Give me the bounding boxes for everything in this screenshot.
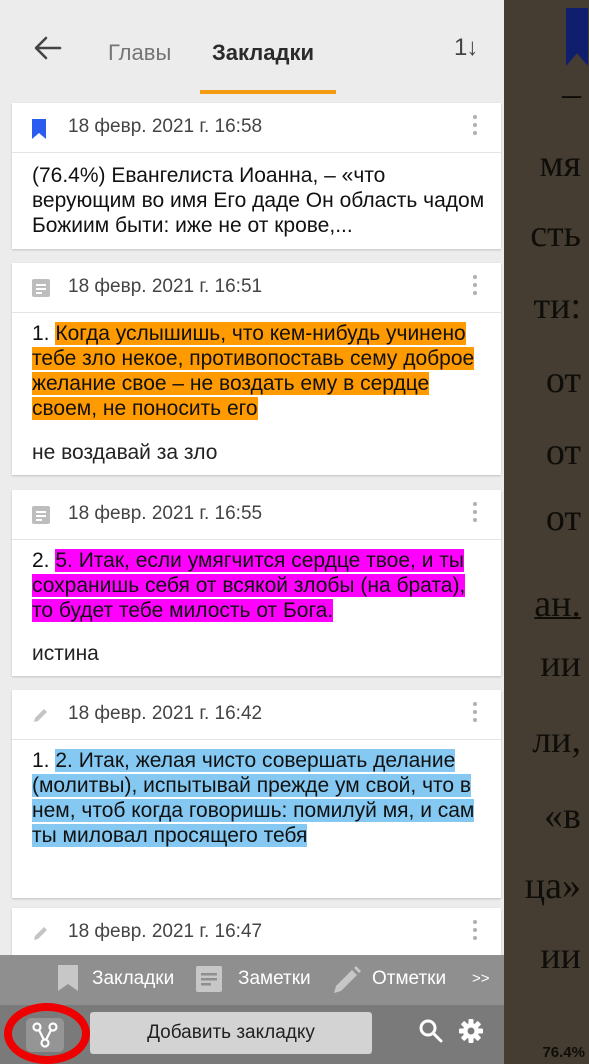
card-header: 18 февр. 2021 г. 16:47: [12, 908, 501, 958]
highlighted-text: Когда услышишь, что кем-нибудь учинено т…: [32, 322, 475, 420]
gear-icon: [459, 1019, 483, 1043]
filter-label: Заметки: [238, 968, 311, 989]
annotation-circle: [4, 1003, 90, 1064]
filter-more-button[interactable]: >>: [472, 970, 490, 987]
active-tab-indicator: [200, 90, 336, 94]
settings-button[interactable]: [458, 1018, 484, 1049]
card-prefix: 1.: [32, 749, 56, 772]
card-prefix: 2.: [32, 549, 56, 572]
reader-line: «в: [544, 795, 581, 837]
note-icon: [196, 966, 222, 992]
card-menu-button[interactable]: [471, 699, 479, 729]
pencil-icon: [34, 709, 47, 722]
reader-line: ии: [540, 643, 581, 685]
card-menu-button[interactable]: [471, 917, 479, 947]
reader-line: сть: [530, 213, 581, 255]
reader-progress-label: 76.4%: [542, 1044, 585, 1061]
sort-button[interactable]: 1↓: [454, 34, 478, 62]
reader-line: ан.: [534, 583, 581, 625]
pencil-icon: [334, 966, 361, 993]
reader-line: ца»: [524, 865, 581, 907]
card-text: 1. 2. Итак, желая чисто совершать делани…: [32, 748, 489, 848]
card-header: 18 февр. 2021 г. 16:51: [12, 263, 501, 313]
filter-label: Отметки: [372, 968, 447, 989]
card-text: (76.4%) Евангелиста Иоанна, – «что верую…: [32, 164, 485, 237]
card-date: 18 февр. 2021 г. 16:42: [68, 703, 263, 724]
reader-line: ии: [540, 935, 581, 977]
search-icon: [419, 1019, 443, 1043]
reader-line: –: [562, 73, 581, 115]
card-menu-button[interactable]: [471, 499, 479, 529]
pencil-icon: [34, 927, 47, 940]
reader-bookmark-ribbon-icon: [566, 8, 588, 66]
reader-line: от: [545, 431, 581, 473]
bookmark-card[interactable]: 18 февр. 2021 г. 16:58 (76.4%) Евангелис…: [12, 103, 501, 249]
bookmark-icon: [32, 119, 46, 139]
card-header: 18 февр. 2021 г. 16:42: [12, 690, 501, 740]
highlight-card[interactable]: 18 февр. 2021 г. 16:42 1. 2. Итак, желая…: [12, 690, 501, 898]
filter-label: Закладки: [92, 968, 175, 989]
note-icon: [32, 279, 50, 297]
reader-line: от: [545, 497, 581, 539]
filter-bar: Закладки Заметки Отметки >>: [0, 955, 504, 1005]
tab-bookmarks[interactable]: Закладки: [212, 40, 314, 66]
arrow-left-icon: [34, 36, 62, 60]
card-header: 18 февр. 2021 г. 16:55: [12, 490, 501, 540]
card-date: 18 февр. 2021 г. 16:55: [68, 503, 263, 524]
note-card[interactable]: 18 февр. 2021 г. 16:51 1. Когда услышишь…: [12, 263, 501, 475]
card-note: истина: [32, 642, 99, 665]
note-card[interactable]: 18 февр. 2021 г. 16:55 2. 5. Итак, если …: [12, 490, 501, 676]
card-prefix: 1.: [32, 322, 56, 345]
highlighted-text: 5. Итак, если умягчится сердце твое, и т…: [32, 549, 466, 622]
bookmarks-drawer: Главы Закладки 1↓ 18 февр. 2021 г. 16:58…: [0, 0, 504, 1064]
card-date: 18 февр. 2021 г. 16:51: [68, 276, 263, 297]
drawer-header: Главы Закладки 1↓: [0, 0, 504, 94]
reader-line: мя: [539, 143, 581, 185]
search-button[interactable]: [418, 1018, 444, 1049]
card-note: не воздавай за зло: [32, 441, 218, 464]
card-menu-button[interactable]: [471, 112, 479, 142]
reader-line: ти:: [533, 285, 582, 327]
card-menu-button[interactable]: [471, 272, 479, 302]
tab-chapters[interactable]: Главы: [108, 40, 171, 66]
card-date: 18 февр. 2021 г. 16:47: [68, 921, 263, 942]
reader-line: от: [545, 359, 581, 401]
note-icon: [32, 506, 50, 524]
highlighted-text: 2. Итак, желая чисто совершать делание (…: [32, 749, 475, 847]
add-bookmark-button[interactable]: Добавить закладку: [90, 1012, 372, 1054]
card-header: 18 февр. 2021 г. 16:58: [12, 103, 501, 153]
bookmark-icon: [58, 965, 78, 991]
card-text: 2. 5. Итак, если умягчится сердце твое, …: [32, 548, 489, 623]
reader-line: ли,: [532, 719, 581, 761]
back-button[interactable]: [30, 30, 66, 66]
card-text: 1. Когда услышишь, что кем-нибудь учинен…: [32, 321, 489, 421]
card-date: 18 февр. 2021 г. 16:58: [68, 116, 263, 137]
